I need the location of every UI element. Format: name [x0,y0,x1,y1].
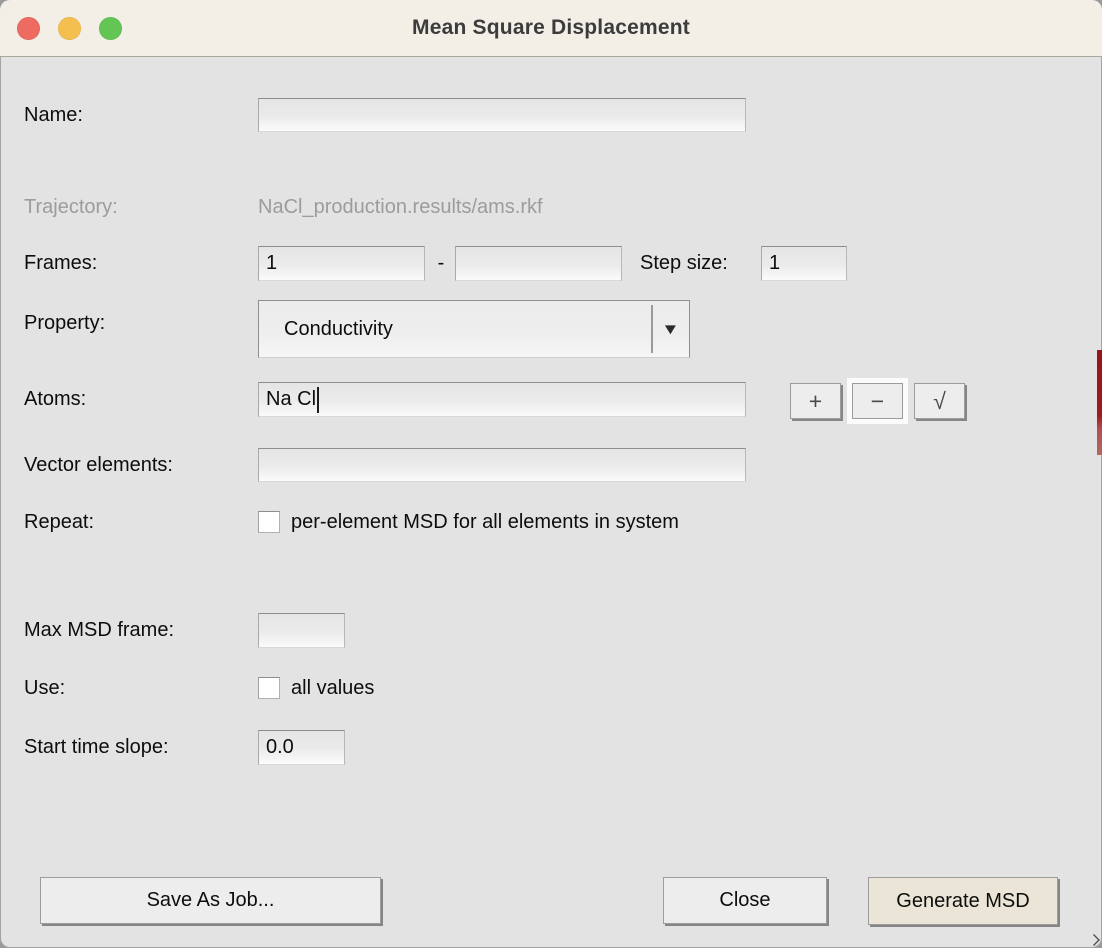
frames-label: Frames: [24,246,97,281]
dropdown-arrow-box: ▼ [651,305,688,353]
zoom-window-icon[interactable] [99,17,122,40]
repeat-checkbox-label: per-element MSD for all elements in syst… [291,509,679,535]
frames-to-input[interactable] [455,246,622,281]
minus-icon: − [871,388,884,415]
atoms-input-value: Na Cl [266,388,316,411]
property-selected-value: Conductivity [259,318,651,341]
atoms-apply-button[interactable]: √ [914,383,965,419]
window-title: Mean Square Displacement [412,16,690,40]
title-bar: Mean Square Displacement [0,0,1102,57]
repeat-label: Repeat: [24,509,94,535]
msd-dialog: Mean Square Displacement Name: Trajector… [0,0,1102,948]
generate-msd-button-label: Generate MSD [896,890,1029,913]
save-as-job-button-label: Save As Job... [147,889,275,912]
name-input[interactable] [258,98,746,132]
property-dropdown[interactable]: Conductivity ▼ [258,300,690,358]
vector-elements-input[interactable] [258,448,746,482]
atoms-remove-button[interactable]: − [852,383,903,419]
max-msd-frame-label: Max MSD frame: [24,613,174,648]
atoms-label: Atoms: [24,382,86,417]
step-size-label: Step size: [640,246,728,281]
name-label: Name: [24,98,83,132]
text-caret [317,387,319,413]
background-edge-artifact [1097,350,1102,455]
start-time-slope-input[interactable] [258,730,345,765]
property-label: Property: [24,303,105,343]
plus-icon: + [809,388,822,415]
checkmark-icon: √ [933,388,946,415]
start-time-slope-label: Start time slope: [24,730,169,765]
trajectory-label: Trajectory: [24,193,118,221]
generate-msd-button[interactable]: Generate MSD [868,877,1058,925]
trajectory-value: NaCl_production.results/ams.rkf [258,193,543,221]
vector-elements-label: Vector elements: [24,448,173,482]
save-as-job-button[interactable]: Save As Job... [40,877,381,924]
atoms-add-button[interactable]: + [790,383,841,419]
close-button-label: Close [719,889,770,912]
atoms-input[interactable]: Na Cl [258,382,746,417]
repeat-checkbox[interactable] [258,511,280,533]
close-window-icon[interactable] [17,17,40,40]
use-label: Use: [24,675,65,701]
chevron-down-icon: ▼ [661,321,680,338]
resize-grip-icon[interactable] [1088,934,1100,946]
frames-range-separator: - [431,246,451,281]
max-msd-frame-input[interactable] [258,613,345,648]
frames-from-input[interactable] [258,246,425,281]
minimize-window-icon[interactable] [58,17,81,40]
use-all-values-checkbox[interactable] [258,677,280,699]
step-size-input[interactable] [761,246,847,281]
use-checkbox-label: all values [291,675,374,701]
close-button[interactable]: Close [663,877,827,924]
